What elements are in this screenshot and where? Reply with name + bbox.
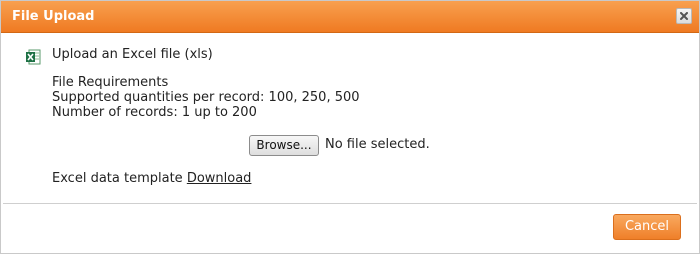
file-upload-dialog: File Upload Upload an Excel file (xls) F… <box>0 0 700 254</box>
upload-heading: Upload an Excel file (xls) <box>52 47 213 62</box>
template-line: Excel data template Download <box>52 171 251 186</box>
dialog-titlebar[interactable]: File Upload <box>1 1 699 33</box>
cancel-button[interactable]: Cancel <box>613 214 681 240</box>
dialog-title: File Upload <box>12 9 95 24</box>
footer-divider <box>3 203 697 204</box>
browse-button[interactable]: Browse... <box>249 135 319 156</box>
excel-file-icon <box>26 49 41 65</box>
requirements-title: File Requirements <box>52 75 169 90</box>
close-button[interactable] <box>676 8 692 24</box>
file-requirements: File Requirements Supported quantities p… <box>52 75 360 120</box>
download-link[interactable]: Download <box>187 171 252 186</box>
requirements-quantities: Supported quantities per record: 100, 25… <box>52 90 360 105</box>
requirements-records: Number of records: 1 up to 200 <box>52 105 257 120</box>
file-status: No file selected. <box>325 137 430 152</box>
template-label: Excel data template <box>52 171 183 186</box>
close-icon <box>680 12 688 20</box>
